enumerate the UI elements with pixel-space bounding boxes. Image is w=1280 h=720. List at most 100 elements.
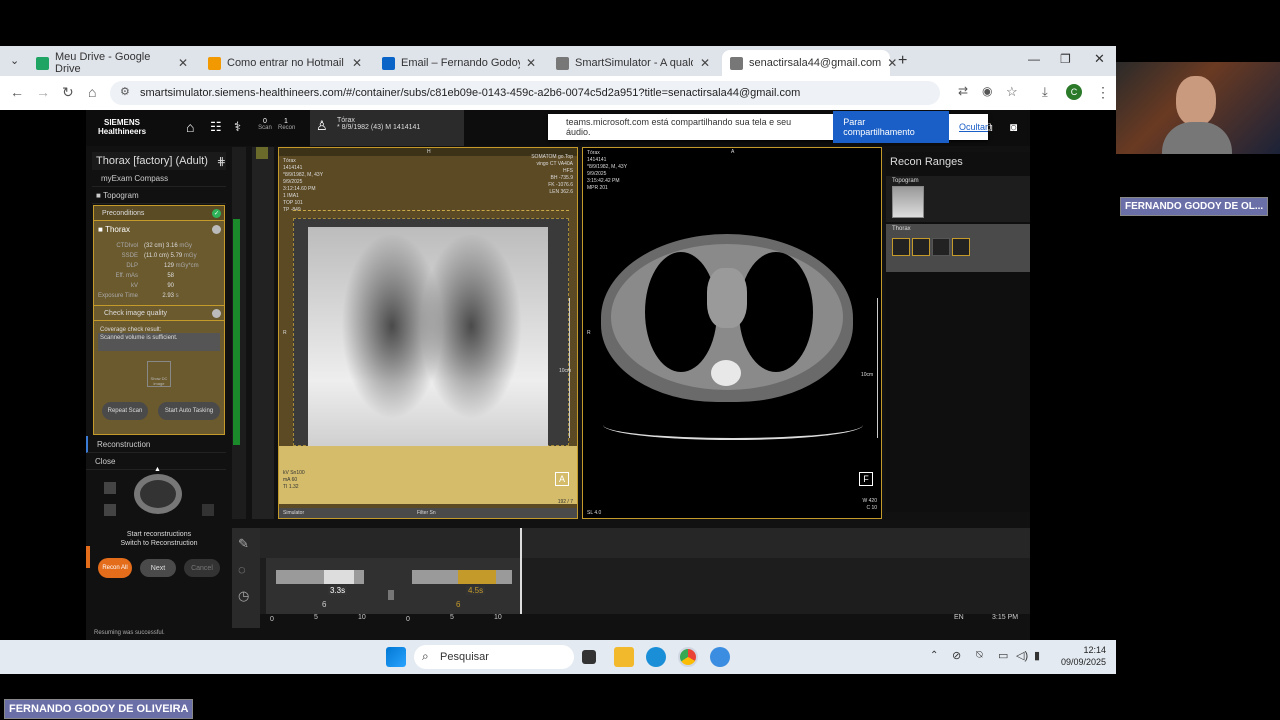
timeline-segment-2[interactable] — [412, 570, 512, 584]
speaker-icon[interactable]: ◁) — [1016, 649, 1028, 662]
protocol-header[interactable]: Thorax [factory] (Adult) ⋕ — [92, 152, 226, 170]
slice-slider-2[interactable] — [252, 147, 274, 519]
orientation-cube-icon[interactable]: A — [555, 472, 569, 486]
move-icon[interactable] — [104, 504, 116, 516]
segment-1-label: 6 — [322, 600, 327, 609]
recon-thorax-group[interactable]: Thorax — [886, 224, 1030, 272]
close-icon[interactable]: ✕ — [700, 56, 710, 70]
cancel-button[interactable]: Cancel — [184, 559, 220, 577]
orientation-cube-icon[interactable]: F — [859, 472, 873, 486]
protocol-menu-icon[interactable]: ⋕ — [217, 155, 226, 168]
new-tab-icon[interactable]: + — [898, 52, 907, 70]
bookmark-star-icon[interactable]: ☆ — [1006, 84, 1018, 100]
windows-start-icon[interactable] — [386, 647, 406, 667]
restore-icon[interactable]: ❐ — [1060, 52, 1071, 66]
person-shoulders — [1162, 122, 1232, 154]
home-icon[interactable]: ⌂ — [88, 84, 96, 100]
drive-icon — [36, 56, 49, 70]
eye-icon[interactable]: ◉ — [982, 84, 992, 98]
exam-icon[interactable]: ⚕ — [234, 119, 241, 135]
recon-topogram-group[interactable]: Topogram — [886, 176, 1030, 222]
grid-icon[interactable] — [202, 504, 214, 516]
overlay-top-right: SOMATOM go.Top vingo CT VA40A HFS BH -735.9… — [531, 154, 573, 195]
microphone-icon[interactable]: ⍉ — [976, 649, 983, 662]
preconditions-row[interactable]: Preconditions ✓ — [94, 206, 224, 221]
show-dc-image-button[interactable]: Show DC image — [147, 361, 171, 387]
check-quality-row[interactable]: Check image quality — [94, 305, 224, 321]
translate-icon[interactable]: ⇄ — [958, 84, 968, 98]
task-view-icon[interactable] — [582, 650, 596, 664]
topogram-thumbnail[interactable] — [892, 186, 924, 218]
user-icon[interactable]: ◙ — [1010, 120, 1017, 134]
slice-slider-1[interactable] — [232, 147, 246, 519]
next-button[interactable]: Next — [140, 559, 176, 577]
lasso-icon[interactable]: ◌ — [238, 562, 246, 577]
chrome-icon[interactable] — [678, 647, 698, 667]
slider-thumb[interactable] — [256, 147, 268, 159]
timeline-cursor[interactable] — [520, 528, 522, 614]
axial-ct-viewer[interactable]: A Tórax 1414141 *8/9/1982, M, 43Y 9/9/2025 3… — [582, 147, 882, 519]
timeline-segment-1[interactable] — [276, 570, 364, 584]
thorax-row[interactable]: ■ Thorax — [94, 221, 224, 237]
tab-active[interactable]: senactirsala44@gmail.com ✕ — [722, 50, 897, 76]
taskbar-search[interactable]: ⌕ Pesquisar — [414, 645, 574, 669]
file-explorer-icon[interactable] — [614, 647, 634, 667]
check-icon: ✓ — [212, 208, 221, 218]
viewer-footer: Simulator Filter Sn — [279, 508, 577, 518]
close-icon[interactable]: ✕ — [352, 56, 362, 70]
recon-thumbnail[interactable] — [892, 238, 910, 256]
network-icon[interactable]: ⊘ — [952, 649, 961, 662]
recon-instructions: Start reconstructions Switch to Reconstr… — [120, 531, 198, 547]
recon-thumbnail[interactable] — [912, 238, 930, 256]
pause-icon[interactable] — [388, 590, 394, 600]
home-icon[interactable]: ⌂ — [186, 119, 194, 135]
edge-icon[interactable] — [646, 647, 666, 667]
recon-thumbnail[interactable] — [932, 238, 950, 256]
close-icon[interactable]: ✕ — [526, 56, 536, 70]
system-clock[interactable]: 12:14 09/09/2025 — [1052, 644, 1106, 668]
repeat-scan-button[interactable]: Repeat Scan — [102, 402, 148, 420]
recon-counter: 1 Recon — [278, 118, 296, 131]
monitor-icon[interactable]: ▭ — [998, 649, 1008, 662]
topogram-viewer[interactable]: H Tórax 1414141 *8/9/1982, M, 43Y 9/9/2025 3… — [278, 147, 578, 519]
close-icon[interactable]: ✕ — [178, 56, 188, 70]
url-input[interactable]: ⚙ smartsimulator.siemens-healthineers.co… — [110, 81, 940, 105]
topogram-item[interactable]: ■ Topogram — [92, 187, 226, 204]
forward-icon[interactable]: → — [36, 84, 50, 100]
settings-gear-icon[interactable] — [710, 647, 730, 667]
syringe-icon[interactable]: ✎ — [238, 536, 249, 552]
close-icon[interactable]: ✕ — [887, 56, 897, 70]
tab-hotmail[interactable]: Como entrar no Hotmail - Supo ✕ — [200, 50, 370, 76]
profile-avatar[interactable]: C — [1066, 84, 1082, 100]
chevron-up-icon[interactable]: ⌃ — [930, 650, 938, 661]
tab-search-icon[interactable]: ⌄ — [10, 54, 19, 67]
tab-google-drive[interactable]: Meu Drive - Google Drive ✕ — [28, 50, 196, 76]
patient-list-icon[interactable]: ☷ — [210, 119, 222, 135]
table-icon[interactable] — [104, 482, 116, 494]
patient-banner[interactable]: ♙ Tórax * 8/9/1982 (43) M 1414141 — [310, 110, 464, 146]
compass-item[interactable]: myExam Compass — [92, 170, 226, 187]
minimize-icon[interactable]: — — [1028, 52, 1040, 66]
recon-all-button[interactable]: Recon All — [98, 558, 132, 578]
site-info-icon[interactable]: ⚙ — [120, 85, 130, 98]
hide-link[interactable]: Ocultar — [959, 122, 988, 132]
stop-sharing-button[interactable]: Parar compartilhamento — [833, 111, 949, 143]
url-text: smartsimulator.siemens-healthineers.com/… — [140, 87, 801, 99]
window-close-icon[interactable]: ✕ — [1094, 51, 1105, 67]
speaker-name-tag: FERNANDO GODOY DE OLIVEIRA — [4, 699, 194, 719]
tab-smartsimulator[interactable]: SmartSimulator - A qualquer ho ✕ — [548, 50, 718, 76]
download-icon[interactable]: ⤓ — [1042, 84, 1048, 100]
timeline-toolbar: ✎ ◌ ◷ — [232, 528, 260, 628]
person-face — [1176, 76, 1216, 126]
range-line-top[interactable] — [293, 210, 569, 211]
reconstruction-item[interactable]: Reconstruction — [86, 436, 226, 453]
auto-tasking-button[interactable]: Start Auto Tasking — [158, 402, 220, 420]
reload-icon[interactable]: ↻ — [62, 84, 74, 101]
back-icon[interactable]: ← — [10, 84, 24, 100]
menu-kebab-icon[interactable]: ⋮ — [1096, 84, 1110, 101]
clock-icon[interactable]: ◷ — [238, 588, 249, 604]
recon-thumbnail[interactable] — [952, 238, 970, 256]
battery-icon[interactable]: ▮ — [1034, 649, 1040, 662]
tab-email[interactable]: Email – Fernando Godoy de Oli ✕ — [374, 50, 544, 76]
windows-taskbar: ⌕ Pesquisar ⌃ ⊘ ⍉ ▭ ◁) ▮ 12:14 09/09/202… — [0, 640, 1116, 674]
